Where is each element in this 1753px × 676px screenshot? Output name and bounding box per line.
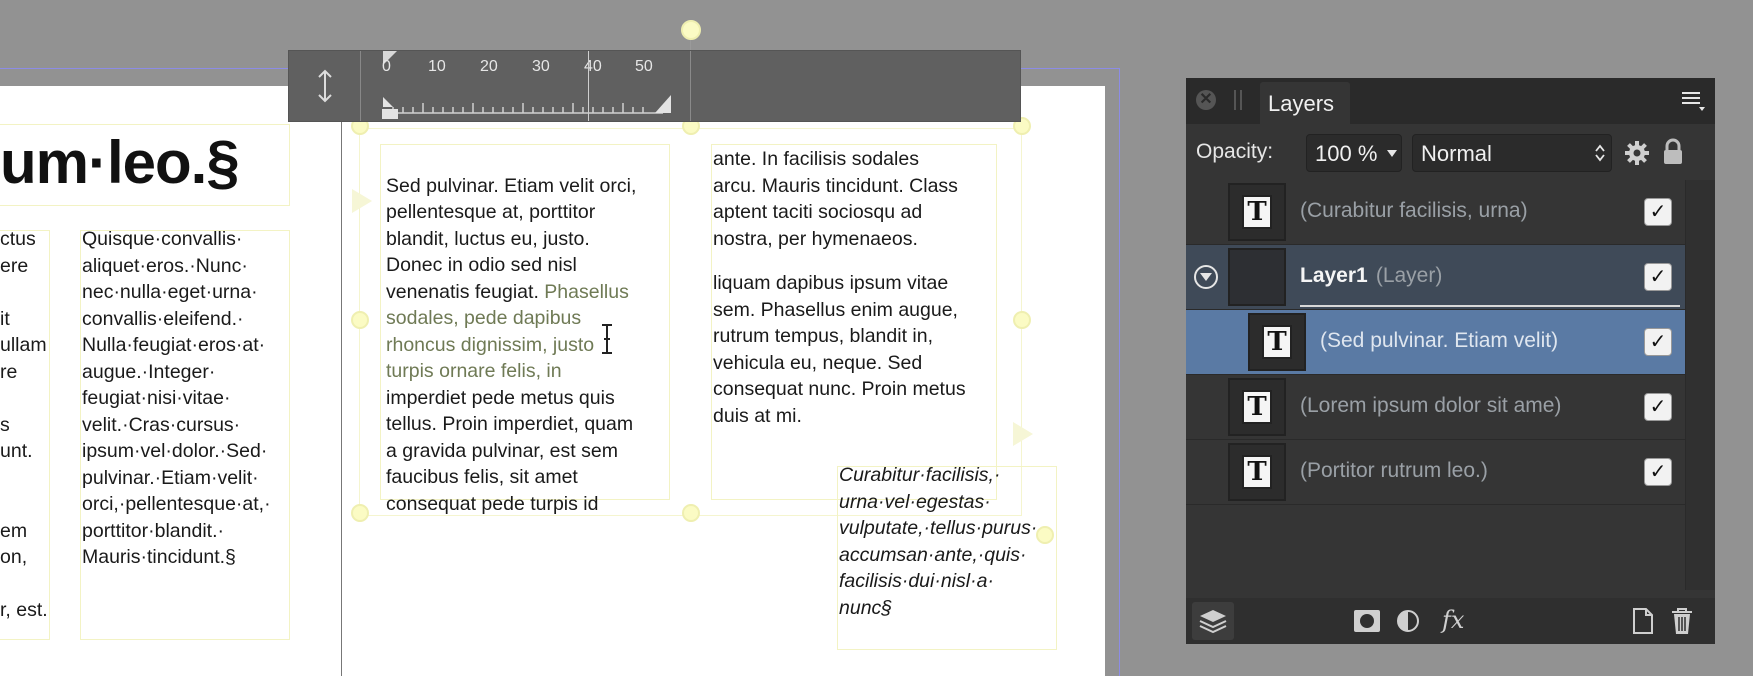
text-layer-icon: T [1242, 455, 1272, 489]
opacity-label: Opacity: [1196, 140, 1274, 163]
layers-scrollbar[interactable] [1685, 180, 1715, 590]
ruler-tick-0: 0 [382, 58, 391, 75]
mask-icon[interactable] [1354, 610, 1380, 632]
new-page-icon[interactable] [1632, 608, 1654, 634]
panel-menu-icon[interactable] [1680, 90, 1706, 112]
layer-thumbnail: T [1228, 378, 1286, 436]
layer-thumbnail: T [1228, 443, 1286, 501]
trash-icon[interactable] [1670, 607, 1694, 635]
gear-icon[interactable] [1624, 140, 1650, 166]
tab-layers-label: Layers [1268, 91, 1335, 116]
close-icon[interactable]: ✕ [1196, 90, 1216, 110]
layer-thumbnail [1228, 248, 1286, 306]
ruler-left-indent-marker[interactable] [383, 97, 393, 107]
panel-bottom-toolbar: fx [1186, 598, 1715, 644]
ruler-tick-30: 30 [532, 58, 550, 75]
layer-visibility-checkbox[interactable]: ✓ [1644, 393, 1672, 421]
chevron-down-icon [1387, 150, 1397, 157]
layer-name: (Sed pulvinar. Etiam velit) [1320, 329, 1559, 352]
opacity-field[interactable]: 100 % [1306, 134, 1402, 172]
layer-name-bold: Layer1 [1300, 264, 1368, 287]
ruler-scale [383, 103, 663, 114]
tab-layers[interactable]: Layers [1260, 82, 1350, 124]
ruler-tick-50: 50 [635, 58, 653, 75]
vertical-resize-icon [318, 69, 332, 103]
lock-icon[interactable] [1662, 138, 1684, 166]
layers-panel[interactable]: ✕ Layers Opacity: 100 % Normal T (Curabi… [1186, 78, 1715, 644]
layer-name-suffix: (Layer) [1370, 264, 1443, 287]
layer-thumbnail: T [1228, 183, 1286, 241]
panel-grip-icon[interactable] [1234, 90, 1242, 110]
layers-stack-icon[interactable] [1192, 602, 1234, 640]
layer-row[interactable]: T (Lorem ipsum dolor sit ame) ✓ [1186, 375, 1685, 440]
text-layer-icon: T [1262, 325, 1292, 359]
layer-visibility-checkbox[interactable]: ✓ [1644, 263, 1672, 291]
adjustment-icon[interactable] [1396, 609, 1420, 633]
ruler-right-indent-marker[interactable] [655, 95, 671, 113]
ruler-tick-20: 20 [480, 58, 498, 75]
ruler-tick-40: 40 [584, 58, 602, 75]
ruler-first-indent-marker[interactable] [382, 109, 398, 119]
fx-icon[interactable]: fx [1442, 606, 1464, 634]
text-layer-icon: T [1242, 195, 1272, 229]
page-bleed-guide [0, 68, 1120, 676]
layer-row-selected[interactable]: T (Sed pulvinar. Etiam velit) ✓ [1186, 310, 1685, 375]
ruler-end-line [690, 51, 691, 121]
layer-thumbnail: T [1248, 313, 1306, 371]
opacity-value: 100 % [1315, 141, 1377, 166]
layer-row[interactable]: T (Curabitur facilisis, urna) ✓ [1186, 180, 1685, 245]
layer-group-underline [1300, 305, 1680, 307]
ruler-move-handle[interactable] [289, 51, 361, 121]
panel-title-bar: ✕ Layers [1186, 78, 1715, 124]
layers-list[interactable]: T (Curabitur facilisis, urna) ✓ Layer1 (… [1186, 180, 1685, 590]
layer-row[interactable]: T (Portitor rutrum leo.) ✓ [1186, 440, 1685, 505]
ruler-tick-10: 10 [428, 58, 446, 75]
chevron-updown-icon [1595, 144, 1605, 162]
blend-mode-select[interactable]: Normal [1412, 134, 1612, 172]
layer-visibility-checkbox[interactable]: ✓ [1644, 328, 1672, 356]
text-ruler[interactable]: 0 10 20 30 40 50 [288, 50, 1021, 122]
layer-name: (Lorem ipsum dolor sit ame) [1300, 394, 1562, 417]
layer-visibility-checkbox[interactable]: ✓ [1644, 458, 1672, 486]
layer-name: (Curabitur facilisis, urna) [1300, 199, 1528, 222]
layer-visibility-checkbox[interactable]: ✓ [1644, 198, 1672, 226]
rotation-handle[interactable] [681, 20, 701, 40]
text-layer-icon: T [1242, 390, 1272, 424]
layer-row-group[interactable]: Layer1 (Layer) ✓ [1186, 245, 1685, 310]
layer-name: (Portitor rutrum leo.) [1300, 459, 1488, 482]
expand-chevron-icon[interactable] [1194, 265, 1218, 289]
blend-mode-value: Normal [1421, 141, 1492, 166]
